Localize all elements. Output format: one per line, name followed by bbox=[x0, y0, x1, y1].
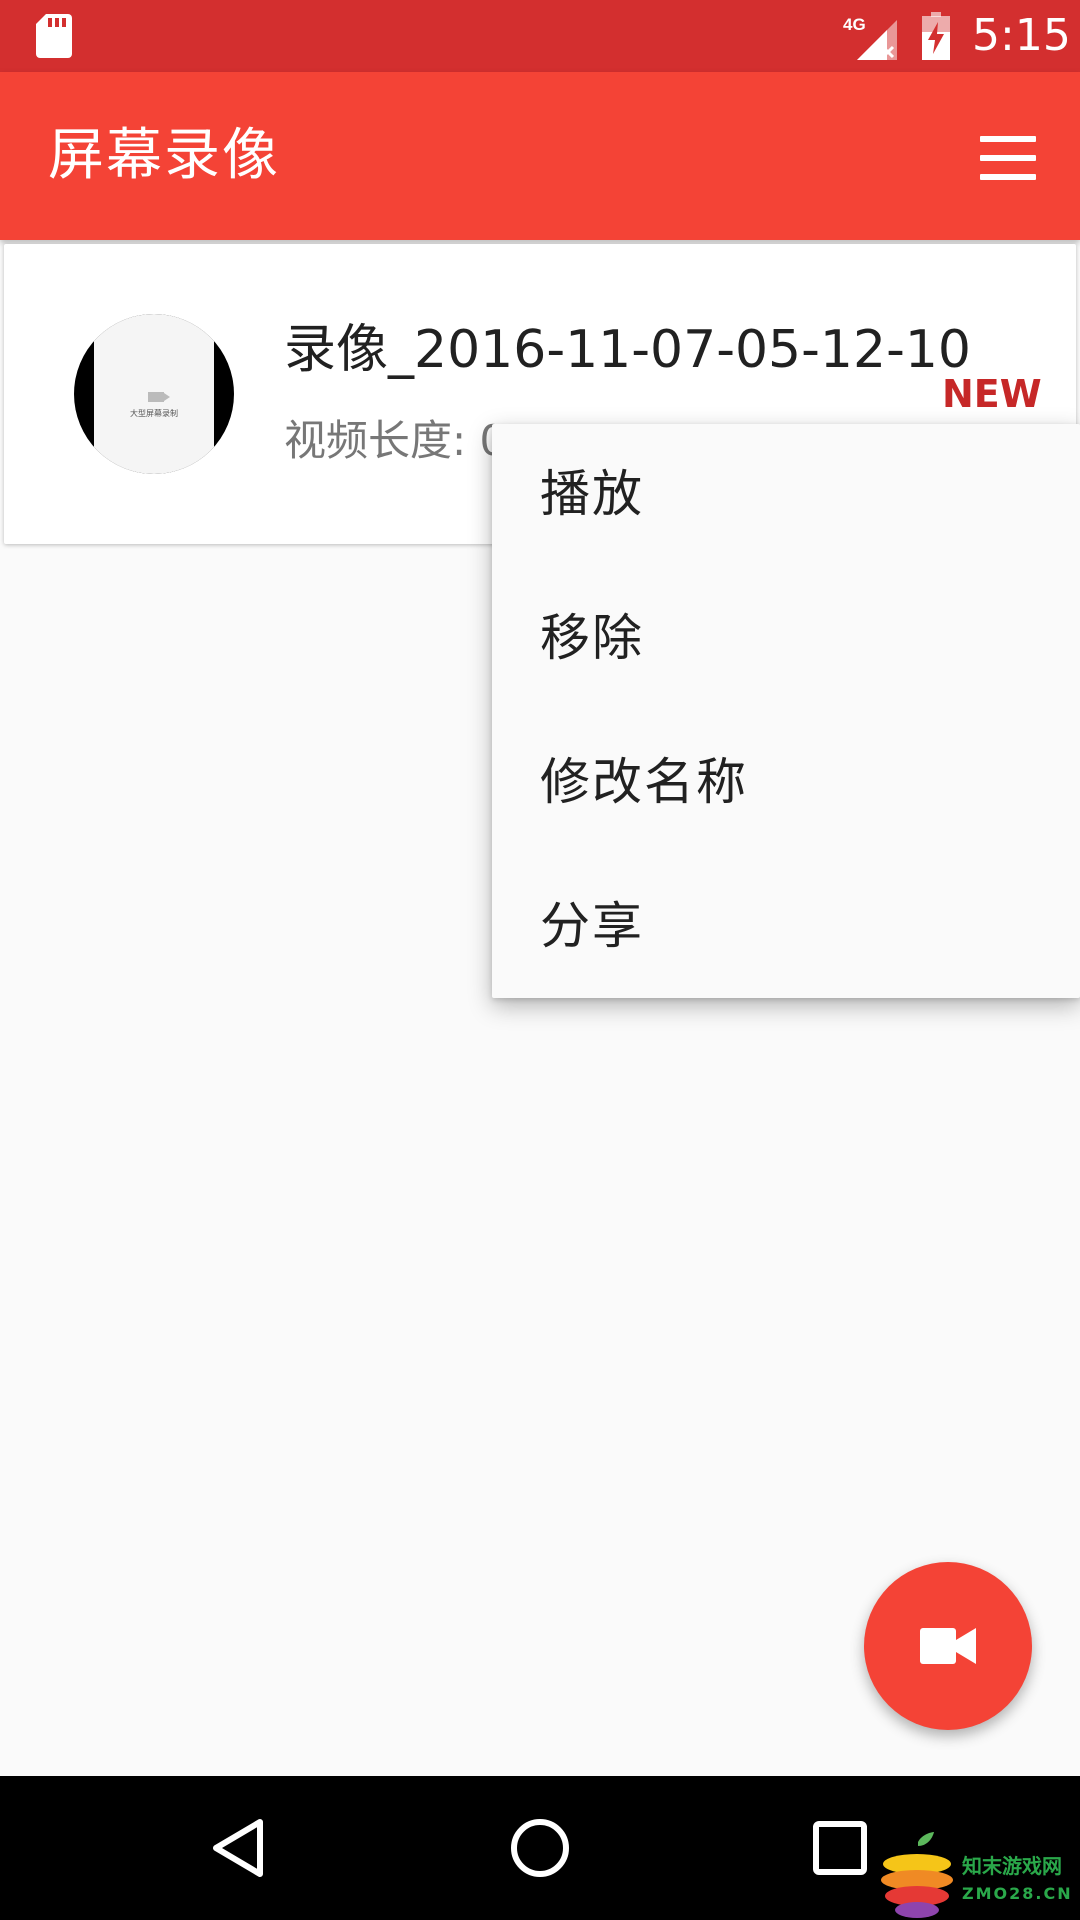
menu-item-rename[interactable]: 修改名称 bbox=[492, 712, 1080, 852]
new-badge: NEW bbox=[942, 372, 1042, 416]
watermark-en: ZMO28.CN bbox=[962, 1884, 1073, 1903]
record-fab-button[interactable] bbox=[864, 1562, 1032, 1730]
watermark-cn: 知末游戏网 bbox=[962, 1854, 1062, 1878]
battery-charging-icon bbox=[922, 12, 950, 60]
status-time: 5:15 bbox=[972, 10, 1071, 61]
video-duration: 视频长度: 0 bbox=[284, 416, 507, 465]
back-triangle-icon[interactable] bbox=[200, 1808, 280, 1888]
network-type-label: 4G bbox=[843, 15, 866, 34]
thumbnail-caption: 大型屏幕录制 bbox=[130, 409, 178, 418]
video-name: 录像_2016-11-07-05-12-10 bbox=[284, 320, 971, 380]
video-thumbnail: 大型屏幕录制 bbox=[74, 314, 234, 474]
menu-item-share[interactable]: 分享 bbox=[492, 856, 1080, 996]
recents-square-icon[interactable] bbox=[800, 1808, 880, 1888]
menu-item-label: 移除 bbox=[540, 609, 644, 667]
apple-logo-icon bbox=[881, 1832, 953, 1918]
home-circle-icon[interactable] bbox=[500, 1808, 580, 1888]
menu-item-play[interactable]: 播放 bbox=[492, 424, 1080, 564]
thumbnail-camera-icon bbox=[148, 392, 170, 402]
app-bar: 屏幕录像 bbox=[0, 72, 1080, 240]
videocam-icon bbox=[920, 1628, 976, 1664]
context-menu: 播放 移除 修改名称 分享 bbox=[492, 424, 1080, 998]
app-title: 屏幕录像 bbox=[48, 123, 280, 188]
watermark: 知末游戏网 ZMO28.CN bbox=[878, 1832, 1078, 1918]
signal-icon: 4G bbox=[843, 15, 897, 60]
hamburger-menu-icon[interactable] bbox=[980, 136, 1036, 180]
status-bar: 4G 5:15 bbox=[0, 0, 1080, 72]
sd-card-icon bbox=[36, 14, 72, 58]
menu-item-label: 播放 bbox=[540, 465, 644, 523]
menu-item-label: 修改名称 bbox=[540, 753, 748, 811]
menu-item-label: 分享 bbox=[540, 897, 644, 955]
menu-item-remove[interactable]: 移除 bbox=[492, 568, 1080, 708]
